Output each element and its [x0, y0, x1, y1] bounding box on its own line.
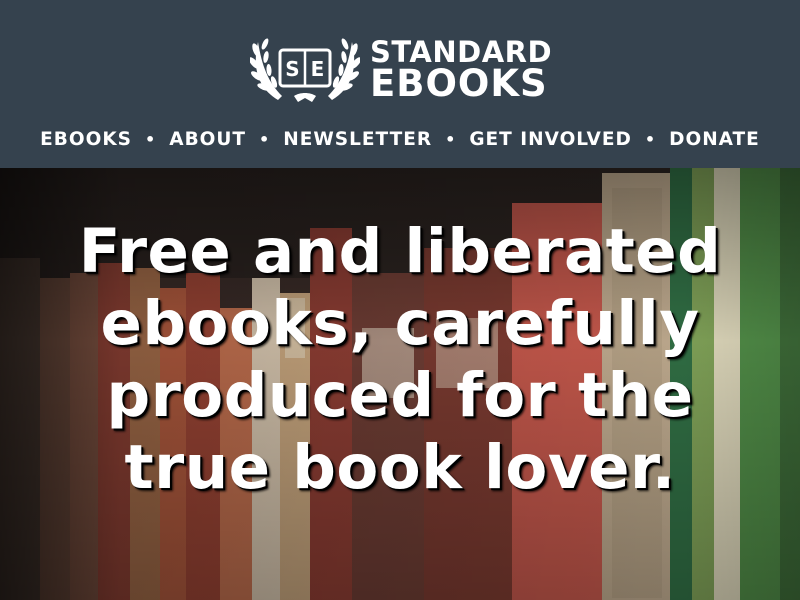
hero-title: Free and liberated ebooks, carefully pro…	[78, 216, 722, 503]
monogram-s: S	[285, 57, 299, 81]
nav-separator: •	[644, 129, 657, 149]
laurel-book-icon: S E	[250, 38, 360, 102]
site-header: S E STANDARD EBOOKS EBOOKS • ABOUT • NEW…	[0, 0, 800, 168]
hero-banner: Free and liberated ebooks, carefully pro…	[0, 168, 800, 600]
nav-separator: •	[145, 129, 157, 149]
main-nav: EBOOKS • ABOUT • NEWSLETTER • GET INVOLV…	[0, 124, 800, 154]
nav-item-about[interactable]: ABOUT	[167, 129, 248, 150]
nav-item-get-involved[interactable]: GET INVOLVED	[467, 129, 634, 150]
nav-item-ebooks[interactable]: EBOOKS	[38, 129, 134, 150]
monogram-e: E	[311, 57, 325, 81]
site-logo[interactable]: S E STANDARD EBOOKS	[250, 30, 560, 105]
nav-item-donate[interactable]: DONATE	[667, 129, 762, 150]
logo-wordmark: STANDARD EBOOKS	[370, 36, 552, 105]
logo-line-2: EBOOKS	[370, 61, 548, 105]
nav-separator: •	[445, 129, 457, 149]
nav-separator: •	[259, 129, 271, 149]
nav-item-newsletter[interactable]: NEWSLETTER	[281, 129, 434, 150]
